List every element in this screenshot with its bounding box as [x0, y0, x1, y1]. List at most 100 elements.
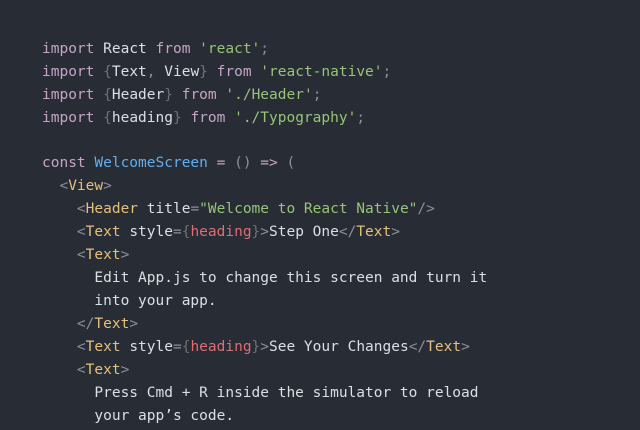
- code-line: <Text>: [42, 244, 640, 267]
- code-token: <: [76, 201, 86, 217]
- code-token: Text: [85, 339, 121, 355]
- code-token: >: [120, 362, 130, 378]
- code-token: >: [391, 224, 400, 240]
- code-token: Text: [356, 224, 392, 240]
- code-token: (): [234, 155, 252, 171]
- code-token: >: [129, 316, 139, 332]
- code-token: title: [146, 201, 191, 217]
- code-token: './Header': [225, 87, 313, 103]
- code-token: }: [251, 339, 261, 355]
- code-token: {: [103, 87, 112, 103]
- code-line: <View>: [42, 175, 640, 198]
- code-line: import {heading} from './Typography';: [42, 107, 640, 130]
- code-token: from: [155, 41, 191, 57]
- code-token: <: [76, 362, 86, 378]
- code-token: Header: [111, 87, 165, 103]
- code-line: import React from 'react';: [42, 38, 640, 61]
- code-token: {: [103, 64, 112, 80]
- code-line: <Header title="Welcome to React Native"/…: [42, 198, 640, 221]
- code-token: your app’s code.: [94, 408, 235, 424]
- code-line: <Text>: [42, 359, 640, 382]
- code-token: import: [42, 64, 95, 80]
- code-token: >: [120, 247, 130, 263]
- code-line: import {Text, View} from 'react-native';: [42, 61, 640, 84]
- code-token: }: [251, 224, 261, 240]
- code-token: 'react-native': [260, 64, 383, 80]
- code-token: >: [260, 224, 270, 240]
- code-line: </Text>: [42, 313, 640, 336]
- code-token: Text: [85, 247, 121, 263]
- code-token: Press Cmd + R inside the simulator to re…: [94, 385, 479, 401]
- code-line: Edit App.js to change this screen and tu…: [42, 267, 640, 290]
- code-token: Text: [426, 339, 462, 355]
- code-token: =: [172, 224, 182, 240]
- code-token: './Typography': [234, 110, 357, 126]
- code-token: <: [76, 339, 86, 355]
- code-token: Step One: [269, 224, 339, 240]
- code-token: =: [190, 201, 200, 217]
- code-line: into your app.: [42, 290, 640, 313]
- code-token: {: [103, 110, 112, 126]
- code-token: Edit App.js to change this screen and tu…: [94, 270, 488, 286]
- code-token: <: [59, 178, 69, 194]
- code-token: />: [417, 201, 435, 217]
- code-token: from: [181, 87, 217, 103]
- code-token: style: [129, 339, 173, 355]
- code-token: WelcomeScreen: [94, 155, 208, 171]
- code-token: style: [129, 224, 173, 240]
- code-token: 'react': [199, 41, 261, 57]
- code-line: import {Header} from './Header';: [42, 84, 640, 107]
- code-token: =>: [260, 155, 278, 171]
- code-token: (: [286, 155, 296, 171]
- code-token: heading: [190, 224, 252, 240]
- code-token: <: [76, 247, 86, 263]
- code-token: import: [42, 110, 95, 126]
- code-token: </: [76, 316, 95, 332]
- code-editor[interactable]: import React from 'react'; import {Text, …: [0, 0, 640, 430]
- code-line: your app’s code.: [42, 405, 640, 428]
- code-token: ;: [356, 110, 366, 126]
- code-token: View: [68, 178, 104, 194]
- code-token: }: [199, 64, 208, 80]
- code-line: const WelcomeScreen = () => (: [42, 152, 640, 175]
- code-token: >: [461, 339, 470, 355]
- code-token: import: [42, 41, 95, 57]
- code-token: Text: [85, 362, 121, 378]
- code-token: Text: [111, 64, 147, 80]
- code-token: ;: [260, 41, 270, 57]
- code-token: >: [103, 178, 112, 194]
- code-line: Press Cmd + R inside the simulator to re…: [42, 382, 640, 405]
- code-token: Text: [85, 224, 121, 240]
- code-line: <Text style={heading}>Step One</Text>: [42, 221, 640, 244]
- code-block: import React from 'react'; import {Text, …: [42, 38, 640, 428]
- code-token: }: [172, 110, 182, 126]
- code-token: heading: [111, 110, 173, 126]
- code-token: ,: [146, 64, 165, 80]
- code-token: See Your Changes: [269, 339, 409, 355]
- code-token: Header: [85, 201, 139, 217]
- code-token: </: [408, 339, 427, 355]
- code-token: ;: [312, 87, 322, 103]
- code-token: React: [103, 41, 147, 57]
- code-token: <: [76, 224, 86, 240]
